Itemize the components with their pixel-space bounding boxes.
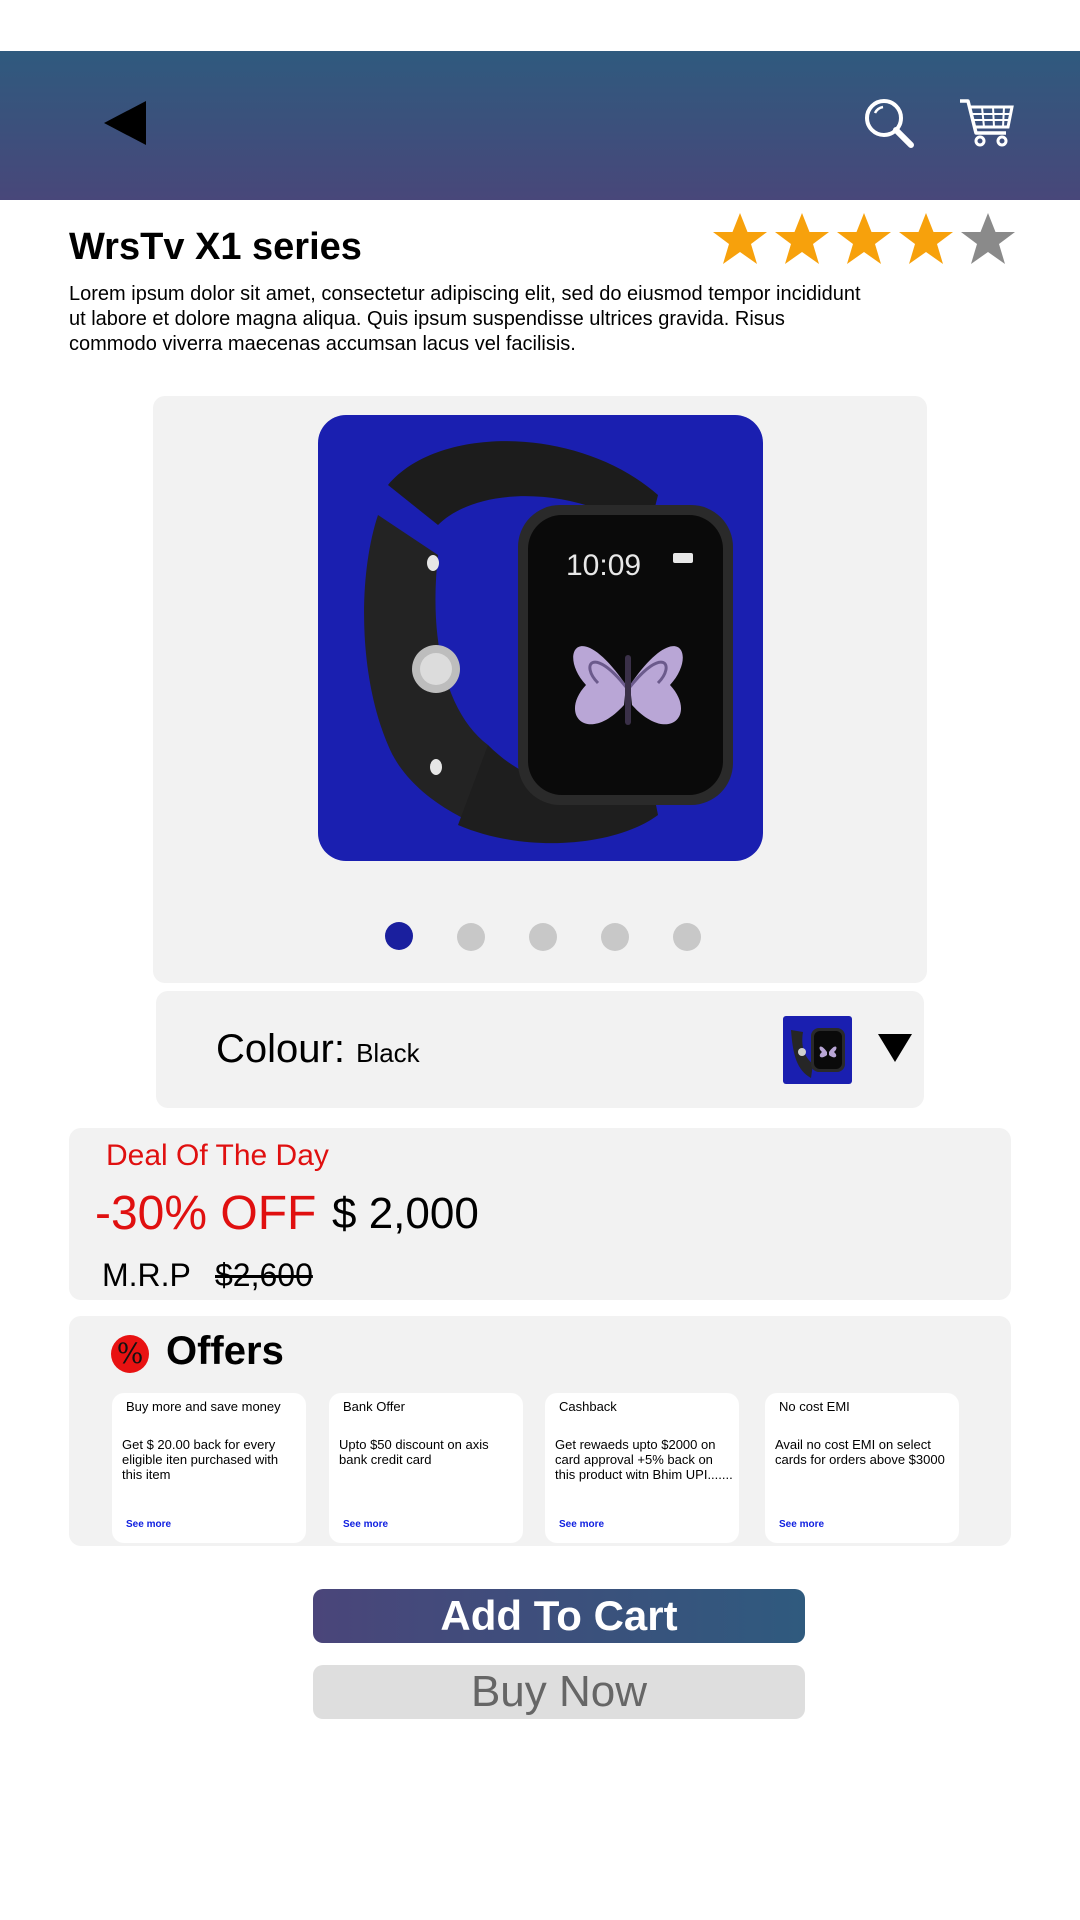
search-icon[interactable] <box>863 97 915 149</box>
deal-title: Deal Of The Day <box>106 1139 329 1172</box>
offer-card-title: No cost EMI <box>779 1399 850 1414</box>
offer-card-cashback[interactable]: Cashback Get rewaeds upto $2000 on card … <box>545 1393 739 1543</box>
smartwatch-thumb-icon <box>791 1028 845 1078</box>
rating-stars <box>709 210 1019 272</box>
cart-icon[interactable] <box>958 95 1014 151</box>
price: $ 2,000 <box>332 1189 479 1238</box>
mrp-label: M.R.P <box>102 1257 191 1293</box>
gallery-dot[interactable] <box>457 923 485 951</box>
offer-card-body: Get rewaeds upto $2000 on card approval … <box>555 1437 733 1482</box>
watch-time: 10:09 <box>566 549 641 582</box>
star-filled-icon <box>775 213 829 264</box>
discount-label: -30% OFF <box>95 1187 317 1240</box>
buy-now-button[interactable]: Buy Now <box>313 1665 805 1719</box>
offer-card-title: Buy more and save money <box>126 1399 281 1414</box>
product-image[interactable]: 10:09 <box>318 415 763 861</box>
gallery-dot[interactable] <box>601 923 629 951</box>
top-app-bar <box>0 51 1080 200</box>
gallery-pagination <box>385 922 705 952</box>
offer-card-body: Get $ 20.00 back for every eligible iten… <box>122 1437 279 1482</box>
gallery-dot[interactable] <box>673 923 701 951</box>
see-more-link[interactable]: See more <box>126 1519 171 1530</box>
offer-card-emi[interactable]: No cost EMI Avail no cost EMI on select … <box>765 1393 959 1543</box>
add-to-cart-button[interactable]: Add To Cart <box>313 1589 805 1643</box>
back-arrow-icon[interactable] <box>98 97 150 149</box>
offer-card-buy-more[interactable]: Buy more and save money Get $ 20.00 back… <box>112 1393 306 1543</box>
percent-icon: % <box>111 1335 149 1373</box>
see-more-link[interactable]: See more <box>559 1519 604 1530</box>
gallery-dot[interactable] <box>529 923 557 951</box>
chevron-down-icon[interactable] <box>876 1031 914 1065</box>
offer-card-body: Avail no cost EMI on select cards for or… <box>775 1437 945 1467</box>
product-title: WrsTv X1 series <box>69 226 362 268</box>
mrp-value: $2,600 <box>215 1257 313 1293</box>
star-filled-icon <box>899 213 953 264</box>
offer-card-title: Cashback <box>559 1399 617 1414</box>
star-filled-icon <box>713 213 767 264</box>
colour-value: Black <box>356 1038 420 1068</box>
star-empty-icon <box>961 213 1015 264</box>
offer-card-bank[interactable]: Bank Offer Upto $50 discount on axis ban… <box>329 1393 523 1543</box>
gallery-dot[interactable] <box>385 922 413 950</box>
offer-card-title: Bank Offer <box>343 1399 405 1414</box>
colour-swatch-thumbnail[interactable] <box>783 1016 852 1084</box>
colour-label-text: Colour: <box>216 1027 345 1071</box>
star-filled-icon <box>837 213 891 264</box>
product-description: Lorem ipsum dolor sit amet, consectetur … <box>69 283 861 355</box>
see-more-link[interactable]: See more <box>343 1519 388 1530</box>
colour-label: Colour: Black <box>216 1027 420 1072</box>
offer-card-body: Upto $50 discount on axis bank credit ca… <box>339 1437 489 1467</box>
smartwatch-icon: 10:09 <box>364 441 733 844</box>
offers-title: Offers <box>166 1329 284 1373</box>
see-more-link[interactable]: See more <box>779 1519 824 1530</box>
